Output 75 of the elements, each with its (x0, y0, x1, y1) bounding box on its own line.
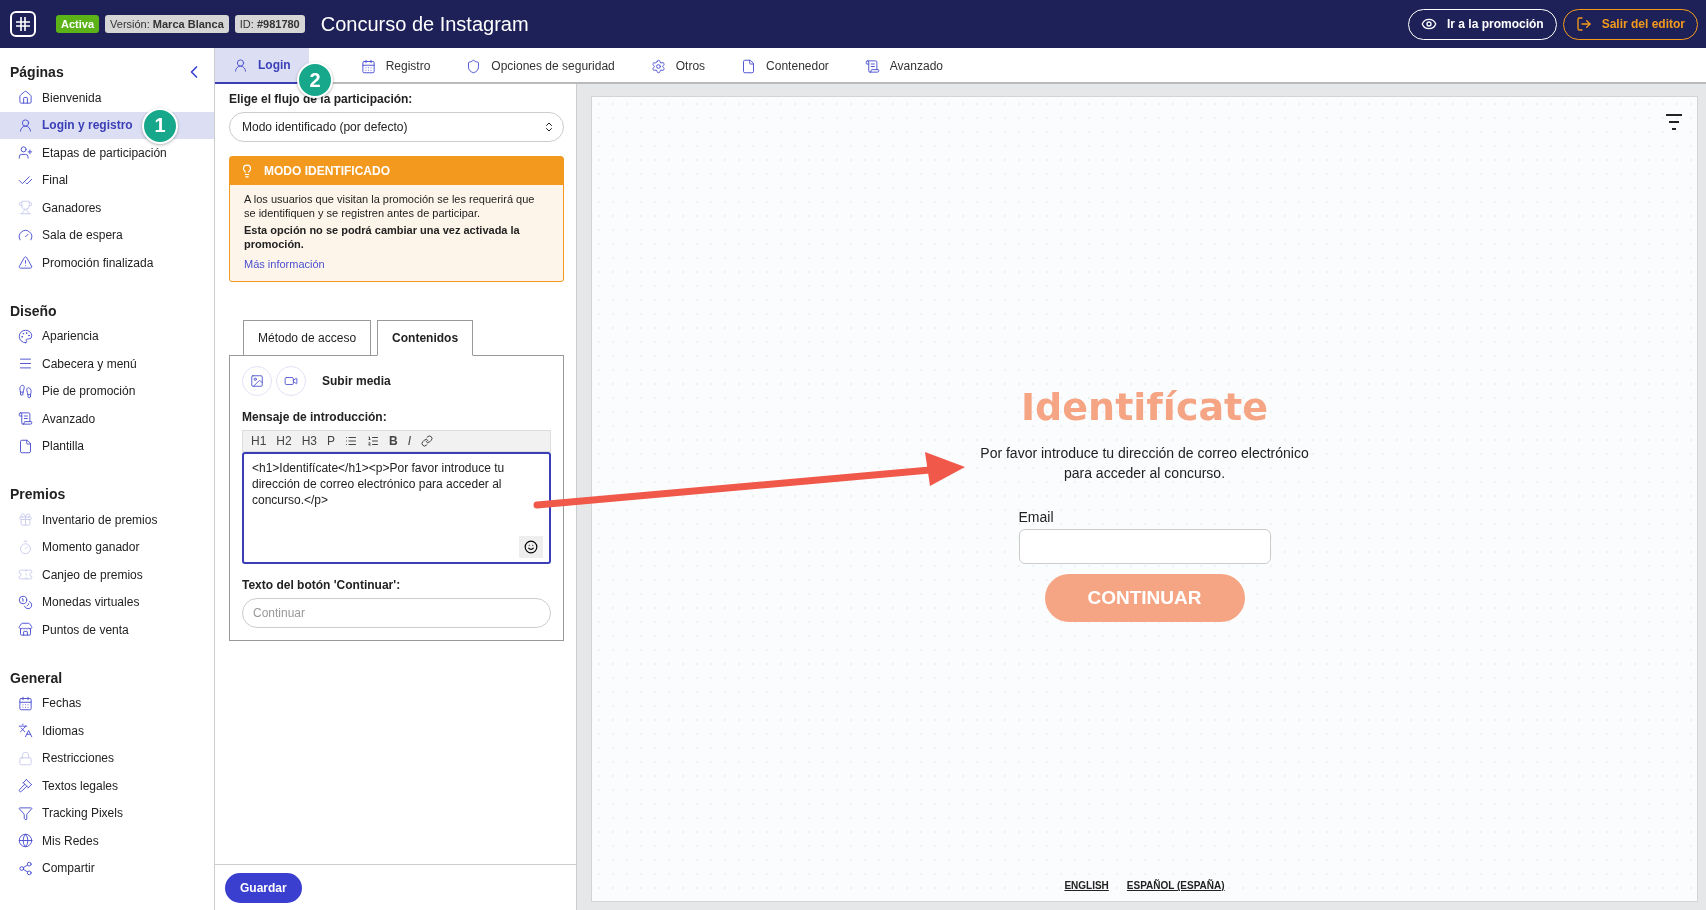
format-button[interactable]: H2 (272, 431, 296, 451)
alert-note: Esta opción no se podrá cambiar una vez activada la promoción. (244, 223, 521, 251)
sidebar-item[interactable]: Sala de espera (0, 221, 214, 249)
sidebar-item[interactable]: Plantilla (0, 432, 214, 460)
language-link[interactable]: ENGLISH (1064, 880, 1109, 891)
sidebar-item[interactable]: Cabecera y menú (0, 350, 214, 378)
promotion-title: Concurso de Instagram (320, 12, 530, 36)
email-input[interactable] (1018, 529, 1271, 564)
sidebar-item[interactable]: Promoción finalizada (0, 249, 214, 277)
sidebar-item[interactable]: Textos legales (0, 772, 214, 800)
more-info-link[interactable]: Más información (244, 257, 549, 271)
smile-icon (524, 540, 538, 554)
format-button[interactable]: I (403, 431, 416, 451)
tab[interactable]: Opciones de seguridad (448, 48, 633, 84)
sidebar-item[interactable]: Monedas virtuales (0, 588, 214, 616)
save-button[interactable]: Guardar (225, 872, 302, 903)
logo-icon (10, 11, 36, 37)
tab[interactable]: Login (215, 48, 309, 84)
sidebar-item[interactable]: Puntos de venta (0, 616, 214, 644)
list-icon (345, 435, 358, 447)
emoji-button[interactable] (519, 536, 543, 558)
eye-icon (1420, 16, 1437, 32)
image-icon (250, 374, 264, 388)
format-button[interactable]: H3 (297, 431, 322, 451)
video-upload-button[interactable] (276, 366, 306, 396)
sidebar-item[interactable]: Idiomas (0, 717, 214, 745)
upload-label: Subir media (322, 374, 391, 388)
intro-editor[interactable]: <h1>Identifícate</h1><p>Por favor introduce tu dirección de correo electrónico para acceder al concurso.</p> (244, 454, 549, 562)
tab[interactable]: Avanzado (846, 48, 961, 84)
field-label: Texto del botón 'Continuar': (242, 578, 402, 592)
sidebar-item[interactable]: Tracking Pixels (0, 799, 214, 827)
tab[interactable]: Contenedor (723, 48, 847, 84)
sidebar-item[interactable]: Avanzado (0, 405, 214, 433)
format-button[interactable]: P (323, 431, 340, 451)
sidebar-item[interactable]: Apariencia (0, 322, 214, 350)
step-marker: 1 (142, 107, 178, 144)
format-button[interactable]: B (385, 431, 402, 451)
numbered-list-icon (367, 435, 380, 447)
tab-icon (741, 58, 757, 74)
sidebar-item[interactable]: Pie de promoción (0, 377, 214, 405)
sidebar-item[interactable]: Mis Redes (0, 827, 214, 855)
section-title: Diseño (10, 302, 57, 319)
tab-icon (233, 57, 248, 73)
tab-icon (360, 58, 376, 74)
section-title: General (10, 669, 63, 686)
link-icon (421, 435, 434, 447)
email-label: Email (1018, 509, 1055, 525)
sidebar-item[interactable]: Fechas (0, 689, 214, 717)
tab-icon (650, 58, 666, 74)
section-title: Premios (10, 486, 66, 502)
exit-icon (1575, 16, 1592, 32)
sidebar-item[interactable]: Final (0, 166, 214, 194)
tab-icon (466, 58, 482, 74)
field-label: Mensaje de introducción: (242, 410, 388, 424)
status-badge: Activa (56, 15, 100, 33)
alert-text: A los usuarios que visitan la promoción se les requerirá que se identifiquen y se registren antes de participar. (244, 192, 536, 220)
info-tag: ID: #981780 (234, 15, 305, 33)
select-caret-icon (543, 121, 555, 133)
image-upload-button[interactable] (242, 366, 272, 396)
sidebar-item[interactable]: Compartir (0, 854, 214, 882)
info-tag: Versión: Marca Blanca (105, 15, 229, 33)
alert-title: MODO IDENTIFICADO (264, 164, 390, 178)
lightbulb-icon (240, 164, 254, 178)
sub-tab[interactable]: Método de acceso (243, 320, 372, 356)
video-camera-icon (284, 374, 298, 388)
preview-heading: Identifícate (1021, 385, 1268, 429)
button-text-input[interactable]: Continuar (242, 598, 551, 628)
section-title: Páginas (10, 64, 64, 80)
tab[interactable]: Registro (342, 48, 449, 84)
tab[interactable]: Otros (632, 48, 724, 84)
language-link[interactable]: ESPAÑOL (ESPAÑA) (1126, 880, 1225, 891)
preview-text: Por favor introduce tu dirección de correo electrónico para acceder al concurso. (979, 444, 1310, 483)
sub-tab[interactable]: Contenidos (377, 320, 474, 356)
format-button[interactable]: H1 (247, 431, 271, 451)
tab-icon (864, 58, 880, 74)
